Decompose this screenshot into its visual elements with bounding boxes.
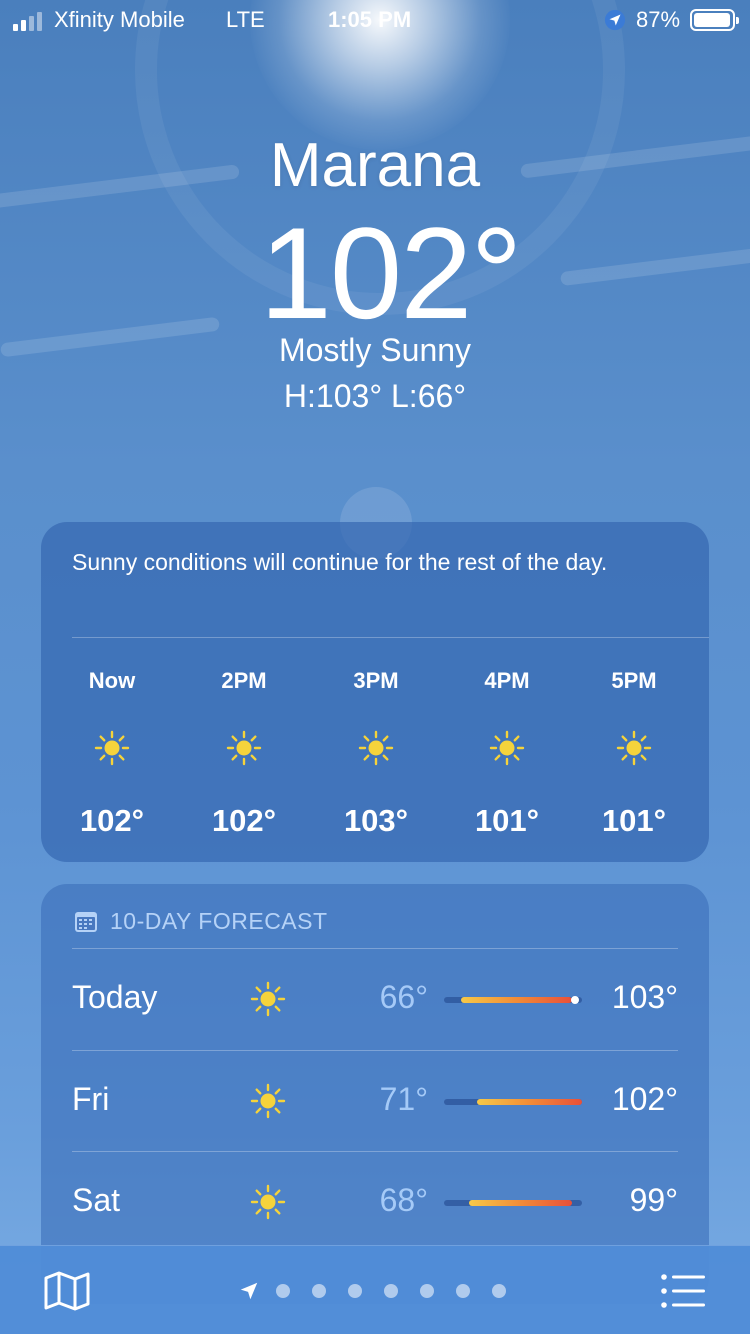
page-dot[interactable] <box>420 1284 434 1298</box>
hour-item: 5PM 101° <box>579 668 689 839</box>
hour-temperature: 101° <box>601 803 667 838</box>
current-temperature: 102° <box>259 200 523 346</box>
card-divider <box>72 637 709 638</box>
hour-label: 3PM <box>353 668 399 693</box>
sun-icon <box>250 981 286 1017</box>
status-bar: Xfinity Mobile LTE 1:05 PM 87% <box>0 0 750 40</box>
hour-item: Now 102° <box>57 668 167 839</box>
hour-temperature: 102° <box>79 803 145 838</box>
page-dot[interactable] <box>492 1284 506 1298</box>
temperature-range-bar <box>444 1200 582 1206</box>
cellular-signal-icon <box>13 12 42 31</box>
hour-item: 4PM 101° <box>452 668 562 839</box>
ten-day-forecast-card[interactable]: 10-DAY FORECAST Today 66° 103° Fri 71° 1… <box>41 884 709 1304</box>
location-arrow-icon <box>604 9 626 31</box>
high-temperature: 103° <box>611 979 678 1015</box>
sun-icon <box>94 730 130 766</box>
temperature-range-bar <box>444 1099 582 1105</box>
hour-temperature: 103° <box>343 803 409 838</box>
network-type: LTE <box>226 7 265 32</box>
hour-label: Now <box>88 668 136 693</box>
day-name: Today <box>72 979 158 1015</box>
low-temperature: 71° <box>379 1081 428 1117</box>
sun-icon <box>250 1083 286 1119</box>
location-arrow-icon <box>240 1282 258 1300</box>
hour-temperature: 102° <box>211 803 277 838</box>
sun-icon <box>489 730 525 766</box>
high-low-temperature: H:103° L:66° <box>283 378 467 414</box>
ten-day-header: 10-DAY FORECAST <box>74 908 328 935</box>
day-row-today[interactable]: Today 66° 103° <box>72 949 678 1049</box>
temperature-range-fill <box>468 1200 573 1206</box>
ten-day-title: 10-DAY FORECAST <box>110 908 328 934</box>
page-dot[interactable] <box>456 1284 470 1298</box>
current-condition: Mostly Sunny <box>278 332 472 368</box>
bottom-toolbar <box>0 1245 750 1334</box>
hour-item: 3PM 103° <box>321 668 431 839</box>
page-indicator[interactable] <box>238 1280 528 1302</box>
current-temperature-marker <box>571 996 580 1004</box>
page-dot[interactable] <box>348 1284 362 1298</box>
low-temperature: 66° <box>379 979 428 1015</box>
day-name: Sat <box>72 1182 121 1218</box>
page-dot[interactable] <box>312 1284 326 1298</box>
high-temperature: 99° <box>629 1182 678 1218</box>
forecast-summary: Sunny conditions will continue for the r… <box>72 549 608 575</box>
temperature-range-bar <box>444 996 582 1004</box>
temperature-range-fill <box>460 997 573 1003</box>
day-name: Fri <box>72 1081 110 1117</box>
day-row-sat[interactable]: Sat 68° 99° <box>72 1152 678 1252</box>
carrier-name: Xfinity Mobile <box>54 7 185 32</box>
low-temperature: 68° <box>379 1182 428 1218</box>
hour-item: 2PM 102° <box>189 668 299 839</box>
page-dot[interactable] <box>276 1284 290 1298</box>
hour-label: 2PM <box>221 668 267 693</box>
hour-label: 4PM <box>484 668 530 693</box>
map-icon[interactable] <box>44 1271 90 1311</box>
temperature-range-fill <box>477 1099 582 1105</box>
battery-percent: 87% <box>636 7 681 32</box>
sun-icon <box>358 730 394 766</box>
battery-icon <box>690 9 739 31</box>
sun-icon <box>226 730 262 766</box>
high-temperature: 102° <box>611 1081 678 1117</box>
sun-icon <box>616 730 652 766</box>
day-row-fri[interactable]: Fri 71° 102° <box>72 1051 678 1151</box>
status-time: 1:05 PM <box>328 7 412 32</box>
hour-label: 5PM <box>611 668 657 693</box>
city-name: Marana <box>269 131 481 200</box>
calendar-icon <box>75 911 97 932</box>
hourly-forecast-card[interactable]: Sunny conditions will continue for the r… <box>41 522 709 862</box>
list-icon[interactable] <box>660 1273 706 1309</box>
hour-temperature: 101° <box>474 803 540 838</box>
sun-icon <box>250 1184 286 1220</box>
page-dot[interactable] <box>384 1284 398 1298</box>
